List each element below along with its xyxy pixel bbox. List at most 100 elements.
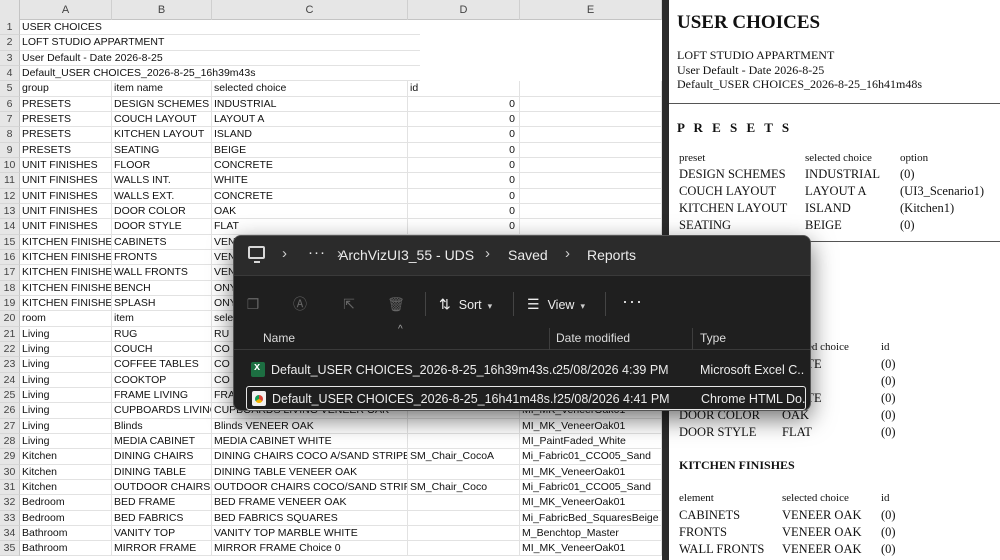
row-number[interactable]: 4 [0,65,20,82]
row-number[interactable]: 9 [0,142,20,158]
sheet-cell[interactable]: 0 [408,219,520,235]
sheet-cell[interactable]: PRESETS [20,111,112,128]
sheet-cell[interactable] [520,127,662,143]
sheet-cell[interactable]: BEIGE [212,142,408,158]
sheet-cell[interactable]: DINING TABLE VENEER OAK [212,464,408,480]
sheet-cell[interactable]: PRESETS [20,127,112,143]
sheet-cell[interactable]: Mi_Fabric01_CCO05_Sand [520,479,662,496]
sheet-cell[interactable]: SM_Chair_Coco [408,479,520,496]
sheet-cell[interactable]: OUTDOOR CHAIRS [112,479,212,496]
row-number[interactable]: 35 [0,541,20,557]
sheet-cell[interactable]: WHITE [212,173,408,189]
row-number[interactable]: 11 [0,173,20,189]
row-number[interactable]: 8 [0,127,20,143]
sort-button[interactable]: ⇅ Sort ▾ [439,293,492,315]
sheet-cell[interactable] [408,495,520,511]
sheet-cell[interactable]: RUG [112,326,212,342]
sheet-cell[interactable] [520,157,662,174]
sheet-cell[interactable]: OAK [212,203,408,220]
sheet-cell[interactable]: COFFEE TABLES [112,357,212,373]
sheet-cell[interactable]: SEATING [112,142,212,158]
sheet-cell[interactable]: selected choice [212,81,408,97]
breadcrumb-saved[interactable]: Saved [508,247,548,263]
sheet-cell[interactable] [408,525,520,542]
column-divider[interactable] [549,328,550,350]
sheet-cell[interactable]: room [20,311,112,327]
sheet-cell[interactable]: KITCHEN FINISHES [20,280,112,296]
sheet-cell[interactable] [520,203,662,220]
sheet-cell[interactable] [520,142,662,158]
rename-icon[interactable]: Ⓐ [291,295,309,313]
sheet-cell[interactable]: Living [20,341,112,358]
row-number[interactable]: 19 [0,295,20,312]
sheet-cell[interactable]: FRAME LIVING [112,387,212,404]
sheet-cell[interactable]: Living [20,433,112,450]
column-name-header[interactable]: Name [263,331,295,345]
column-header-d[interactable]: D [408,0,520,20]
row-number[interactable]: 32 [0,495,20,511]
sheet-cell[interactable]: MI_PaintFaded_White [520,433,662,450]
column-header-e[interactable]: E [520,0,662,20]
sheet-cell[interactable]: item name [112,81,212,97]
sheet-cell[interactable]: 0 [408,96,520,112]
sheet-cell[interactable]: DINING TABLE [112,464,212,480]
sheet-cell[interactable]: COOKTOP [112,372,212,388]
sheet-cell[interactable] [520,111,662,128]
row-number[interactable]: 27 [0,418,20,434]
file-row[interactable]: Default_USER CHOICES_2026-8-25_16h39m43s… [246,358,806,382]
sheet-cell[interactable]: LAYOUT A [212,111,408,128]
sheet-cell[interactable]: USER CHOICES [20,20,420,36]
row-number[interactable]: 28 [0,433,20,450]
row-number[interactable]: 3 [0,50,20,66]
sheet-cell[interactable]: ISLAND [212,127,408,143]
sheet-cell[interactable]: Kitchen [20,479,112,496]
column-header-b[interactable]: B [112,0,212,20]
row-number[interactable]: 23 [0,357,20,373]
sheet-cell[interactable]: WALL FRONTS [112,265,212,281]
row-number[interactable]: 30 [0,464,20,480]
sheet-cell[interactable]: COUCH [112,341,212,358]
column-header-a[interactable]: A [20,0,112,20]
sheet-cell[interactable]: UNIT FINISHES [20,203,112,220]
sheet-cell[interactable]: DOOR STYLE [112,219,212,235]
sheet-cell[interactable]: UNIT FINISHES [20,173,112,189]
sheet-cell[interactable]: UNIT FINISHES [20,188,112,204]
sheet-cell[interactable]: WALLS INT. [112,173,212,189]
row-number[interactable]: 21 [0,326,20,342]
sheet-cell[interactable]: MI_MK_VeneerOak01 [520,541,662,557]
sheet-cell[interactable]: FLOOR [112,157,212,174]
sheet-cell[interactable]: DOOR COLOR [112,203,212,220]
sheet-cell[interactable]: Blinds VENEER OAK [212,418,408,434]
sheet-cell[interactable]: Bedroom [20,510,112,526]
sheet-cell[interactable]: VANITY TOP MARBLE WHITE [212,525,408,542]
sheet-cell[interactable]: User Default - Date 2026-8-25 [20,51,420,66]
sheet-cell[interactable]: Mi_Fabric01_CCO05_Sand [520,449,662,465]
sheet-cell[interactable]: 0 [408,188,520,204]
sheet-cell[interactable]: CUPBOARDS LIVING [112,403,212,419]
sheet-cell[interactable]: MIRROR FRAME [112,541,212,557]
sheet-cell[interactable]: MI_MK_VeneerOak01 [520,495,662,511]
sheet-cell[interactable] [520,81,662,97]
row-number[interactable]: 14 [0,219,20,235]
sheet-cell[interactable]: MI_MK_VeneerOak01 [520,418,662,434]
sheet-cell[interactable]: MEDIA CABINET [112,433,212,450]
row-number[interactable]: 15 [0,234,20,250]
sheet-cell[interactable]: BED FABRICS [112,510,212,526]
sheet-cell[interactable]: Kitchen [20,449,112,465]
sheet-cell[interactable]: Bathroom [20,525,112,542]
select-all-corner[interactable] [0,0,20,20]
sheet-cell[interactable]: CONCRETE [212,188,408,204]
row-number[interactable]: 13 [0,203,20,220]
sheet-cell[interactable]: DINING CHAIRS COCO A/SAND STRIPES [212,449,408,465]
sheet-cell[interactable] [408,418,520,434]
sheet-cell[interactable]: FRONTS [112,249,212,266]
sheet-cell[interactable]: Living [20,387,112,404]
sheet-cell[interactable]: OUTDOOR CHAIRS COCO/SAND STRIPES [212,479,408,496]
sheet-cell[interactable]: Living [20,372,112,388]
sheet-cell[interactable]: KITCHEN LAYOUT [112,127,212,143]
sheet-cell[interactable]: VANITY TOP [112,525,212,542]
sheet-cell[interactable] [408,510,520,526]
row-number[interactable]: 31 [0,479,20,496]
sheet-cell[interactable]: CONCRETE [212,157,408,174]
address-bar[interactable]: › ··· › ArchVizUI3_55 - UDS › Saved › Re… [234,236,810,276]
